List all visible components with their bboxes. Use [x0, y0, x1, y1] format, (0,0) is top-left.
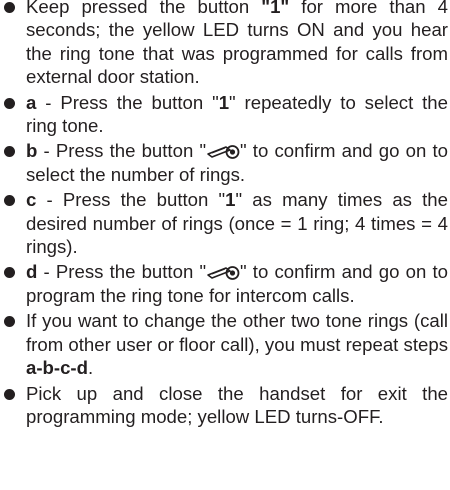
text-segment: - Press the button " [36, 91, 219, 113]
text-segment: - Press the button " [37, 261, 207, 283]
bullet-icon [4, 267, 15, 279]
bold-text: b [26, 140, 38, 162]
instruction-list: Keep pressed the button "1" for more tha… [0, 0, 450, 428]
instruction-item: b - Press the button " " to confirm and g… [0, 139, 450, 186]
bullet-icon [4, 316, 15, 328]
text-segment: - Press the button " [36, 189, 226, 211]
bold-text: d [26, 261, 38, 283]
instruction-item: a - Press the button "1" repeatedly to s… [0, 91, 450, 138]
text-segment: If you want to change the other two tone… [26, 310, 448, 355]
text-segment: Keep pressed the button [26, 0, 262, 17]
bold-text: 1 [218, 91, 230, 113]
key-icon [206, 263, 240, 281]
bold-text: 1 [225, 189, 236, 211]
bullet-icon [4, 97, 15, 109]
bullet-icon [4, 388, 15, 400]
text-segment: - Press the button " [37, 140, 207, 162]
bullet-icon [4, 146, 15, 158]
bold-text: a-b-c-d [26, 357, 88, 379]
bold-text: c [26, 189, 37, 211]
bold-text: "1" [261, 0, 290, 17]
text-segment: Pick up and close the handset for exit t… [26, 382, 448, 427]
instruction-page: Keep pressed the button "1" for more tha… [0, 0, 450, 430]
instruction-item: If you want to change the other two tone… [0, 309, 450, 379]
bold-text: a [26, 91, 37, 113]
text-segment: . [87, 357, 94, 379]
instruction-item: c - Press the button "1" as many times a… [0, 188, 450, 258]
instruction-item: Keep pressed the button "1" for more tha… [0, 0, 450, 89]
instruction-item: Pick up and close the handset for exit t… [0, 382, 450, 429]
bullet-icon [4, 2, 15, 13]
key-icon [206, 142, 240, 160]
instruction-item: d - Press the button " " to confirm and g… [0, 260, 450, 307]
bullet-icon [4, 195, 15, 207]
